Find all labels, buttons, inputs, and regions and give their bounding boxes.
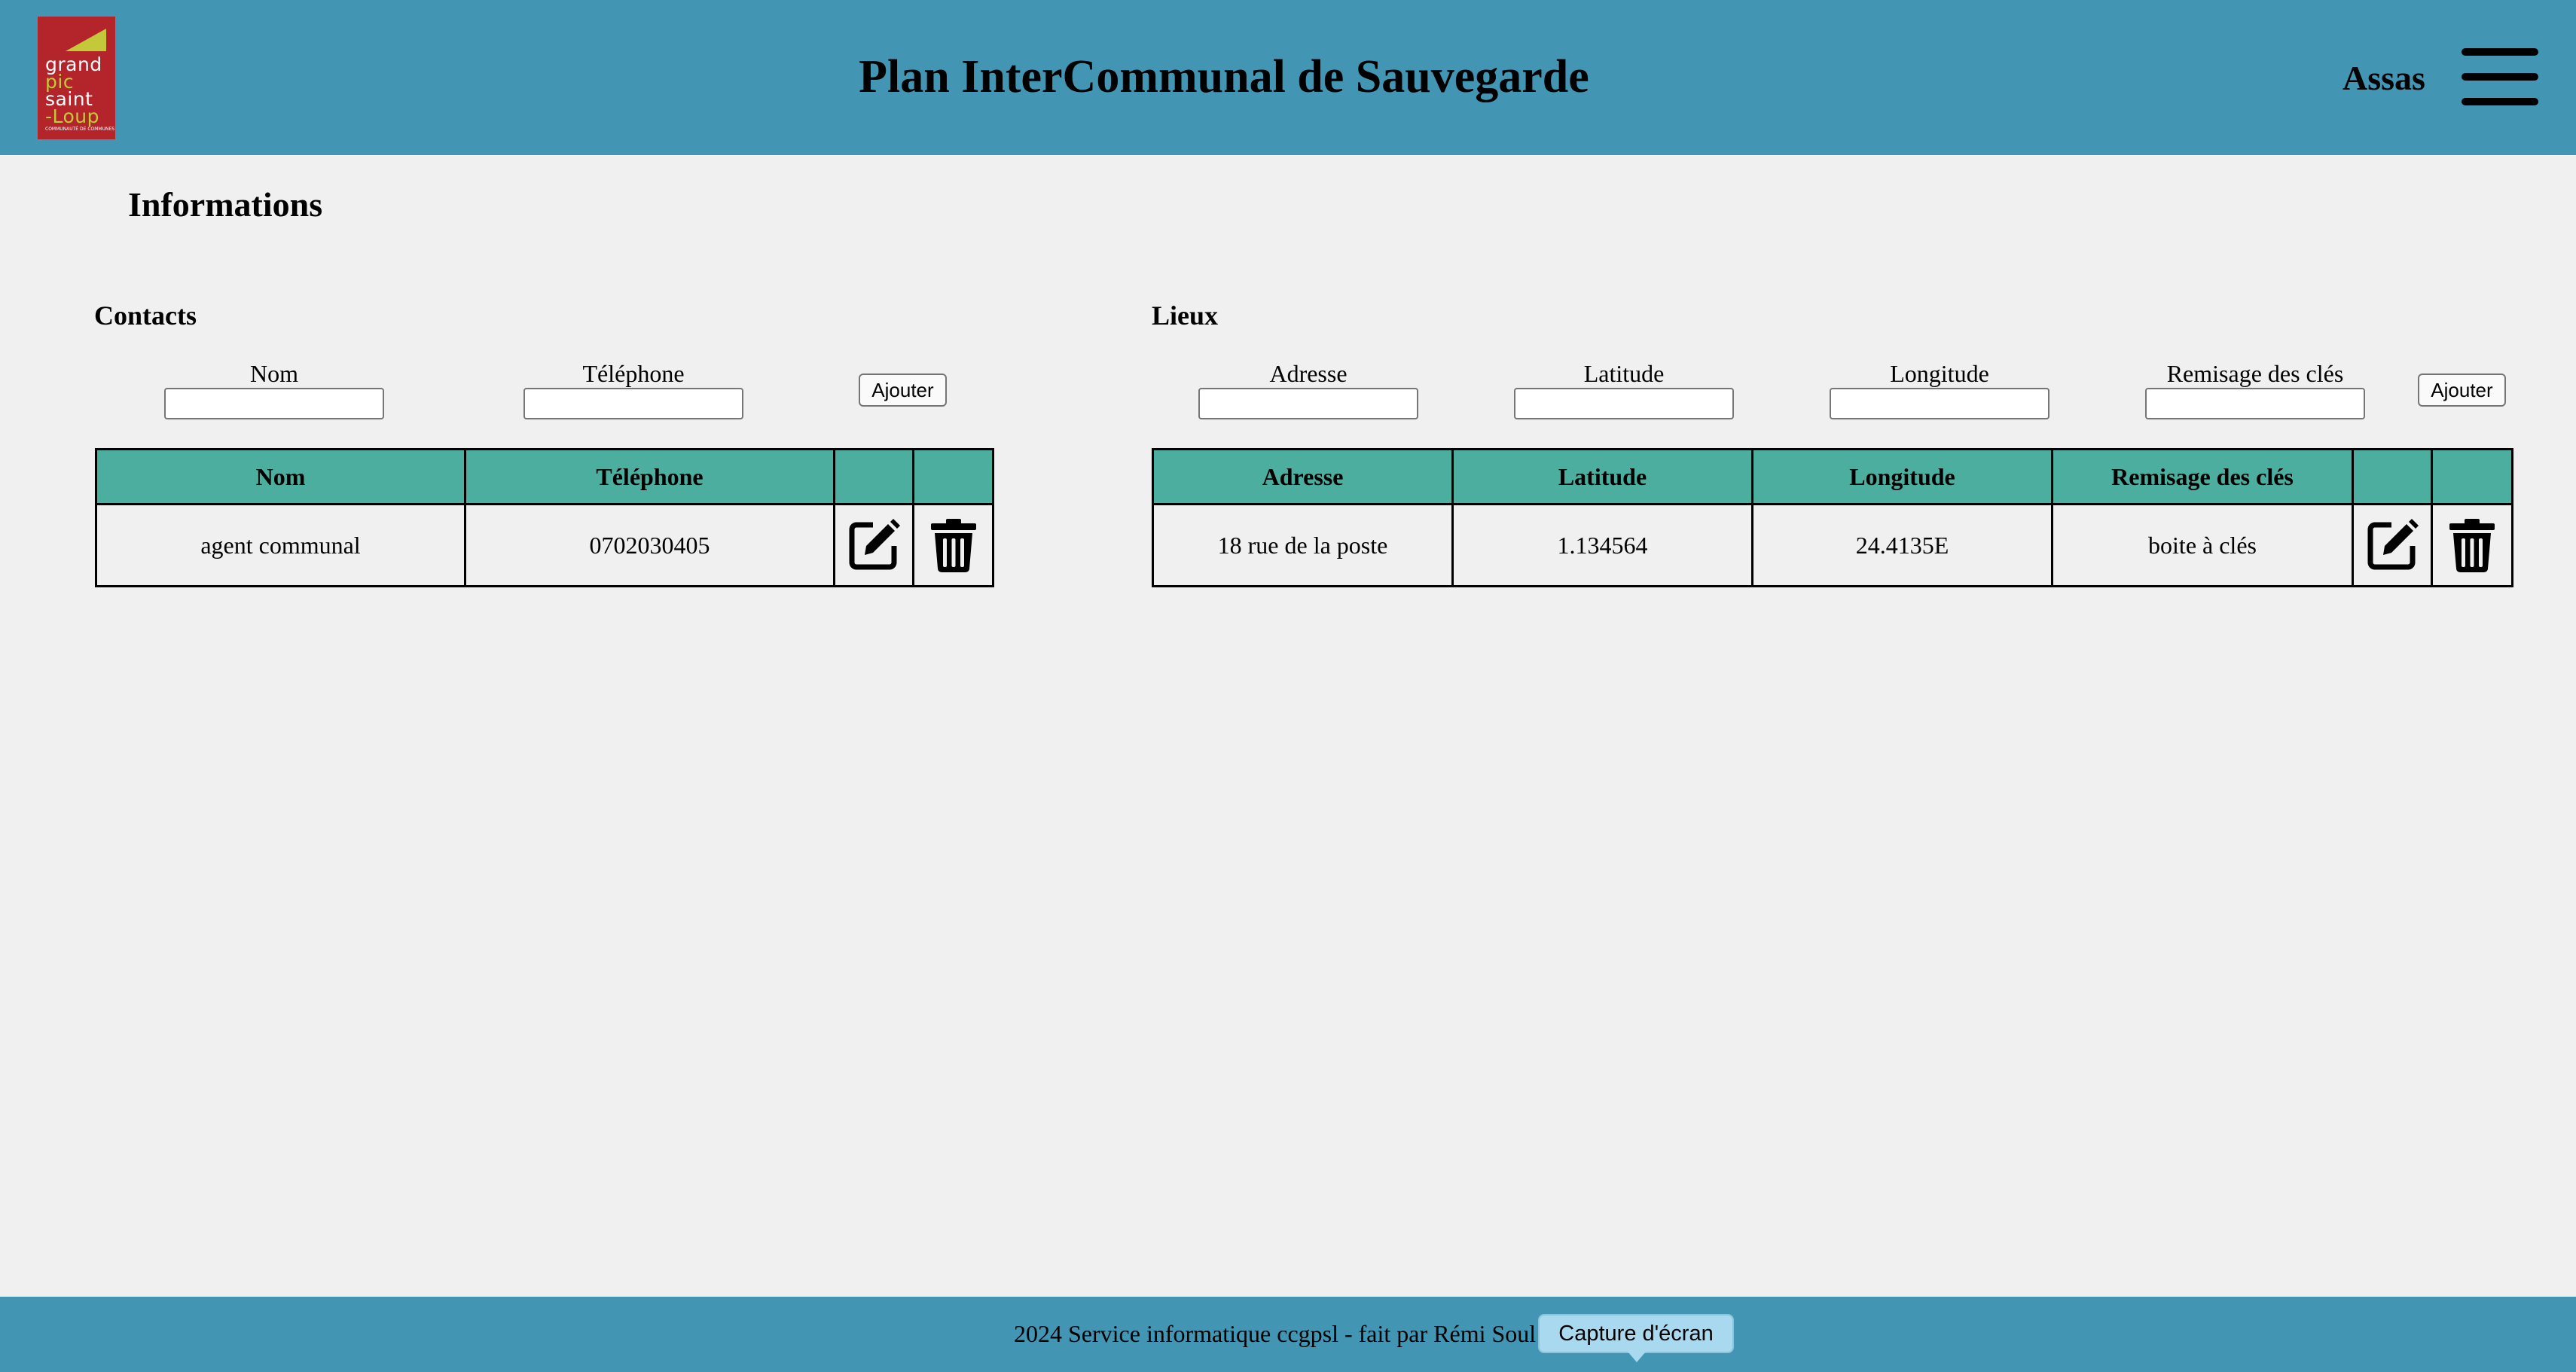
key-storage-cell: boite à clés [2051, 503, 2354, 587]
address-cell: 18 rue de la poste [1152, 503, 1454, 587]
latitude-label: Latitude [1583, 360, 1665, 387]
edit-cell [833, 503, 914, 587]
edit-icon[interactable] [846, 517, 902, 573]
key-storage-label: Remisage des clés [2166, 360, 2344, 387]
column-header-latitude: Latitude [1451, 448, 1753, 505]
contacts-section-title: Contacts [94, 300, 197, 331]
address-label: Adresse [1269, 360, 1348, 387]
lieux-table-header-row: Adresse Latitude Longitude Remisage des … [1152, 448, 2513, 505]
column-header-delete [912, 448, 994, 505]
column-header-edit [2352, 448, 2433, 505]
trash-icon[interactable] [2448, 517, 2496, 573]
hamburger-menu-icon[interactable] [2462, 48, 2538, 107]
column-header-nom: Nom [95, 448, 466, 505]
column-header-edit [833, 448, 914, 505]
add-lieu-button[interactable]: Ajouter [2418, 373, 2506, 407]
delete-cell [912, 503, 994, 587]
contact-name-label: Nom [250, 360, 298, 387]
longitude-input[interactable] [1830, 388, 2050, 419]
contacts-table-header-row: Nom Téléphone [95, 448, 994, 505]
screenshot-tooltip: Capture d'écran [1538, 1314, 1734, 1353]
site-title: Plan InterCommunal de Sauvegarde [859, 51, 1589, 102]
contacts-table: Nom Téléphone agent communal 0702030405 [95, 448, 994, 587]
logo-tagline: COMMUNAUTÉ DE COMMUNES [45, 127, 115, 132]
latitude-input[interactable] [1514, 388, 1734, 419]
edit-icon[interactable] [2364, 517, 2420, 573]
column-header-adresse: Adresse [1152, 448, 1454, 505]
user-name[interactable]: Assas [2343, 57, 2425, 99]
contact-phone-cell: 0702030405 [464, 503, 835, 587]
longitude-label: Longitude [1890, 360, 1989, 387]
table-row: 18 rue de la poste 1.134564 24.4135E boi… [1152, 503, 2513, 587]
column-header-longitude: Longitude [1751, 448, 2053, 505]
delete-cell [2431, 503, 2513, 587]
contact-name-input[interactable] [164, 388, 384, 419]
lieux-section-title: Lieux [1152, 300, 1219, 331]
latitude-cell: 1.134564 [1451, 503, 1753, 587]
logo-word-4: -Loup [45, 105, 100, 127]
contact-name-cell: agent communal [95, 503, 466, 587]
table-row: agent communal 0702030405 [95, 503, 994, 587]
key-storage-input[interactable] [2145, 388, 2365, 419]
column-header-delete [2431, 448, 2513, 505]
tooltip-pointer [1628, 1352, 1646, 1362]
footer-credit: 2024 Service informatique ccgpsl - fait … [1014, 1320, 1537, 1347]
contact-phone-label: Téléphone [582, 360, 685, 387]
longitude-cell: 24.4135E [1751, 503, 2053, 587]
column-header-telephone: Téléphone [464, 448, 835, 505]
trash-icon[interactable] [929, 517, 978, 573]
lieux-table: Adresse Latitude Longitude Remisage des … [1152, 448, 2513, 587]
page-title: Informations [128, 185, 323, 224]
contact-phone-input[interactable] [523, 388, 743, 419]
add-contact-button[interactable]: Ajouter [859, 373, 947, 407]
edit-cell [2352, 503, 2433, 587]
column-header-remisage: Remisage des clés [2051, 448, 2354, 505]
address-input[interactable] [1198, 388, 1418, 419]
